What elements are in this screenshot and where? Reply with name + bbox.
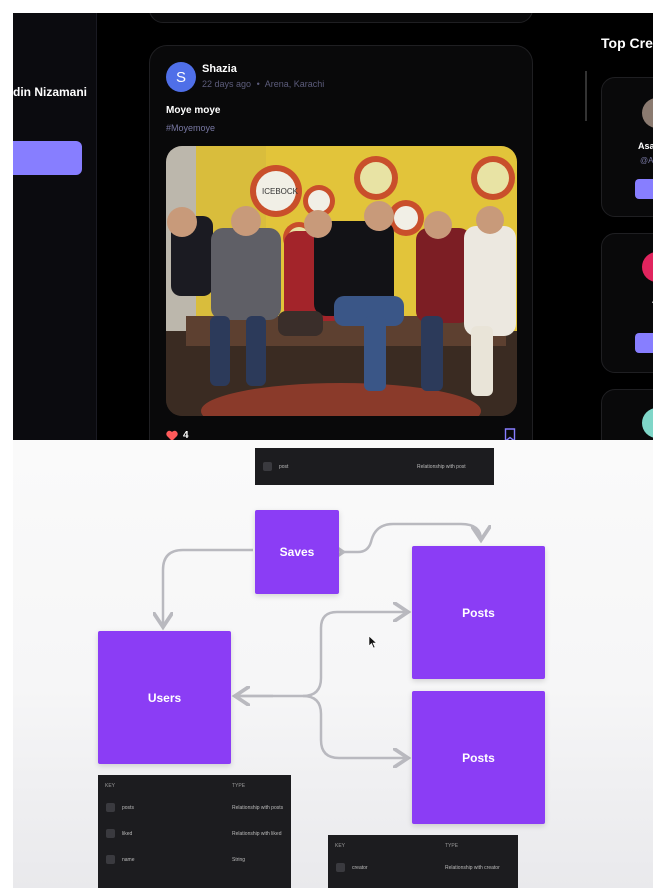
like-count: 4 [183,430,189,440]
sidebar-primary-button[interactable] [13,141,82,175]
creator-avatar [642,408,653,438]
attribute-key: name [122,857,135,863]
creator-avatar [642,98,653,128]
users-box[interactable]: Users [98,631,231,764]
attribute-type: Relationship with creator [445,865,500,871]
bookmark-icon[interactable] [504,428,516,440]
posts-attribute-table: KEY TYPE creator Relationship with creat… [328,835,518,888]
table-row: posts Relationship with posts [98,795,291,821]
photo-sign-text: ICEBOCK [262,187,299,196]
heart-icon[interactable] [166,430,178,440]
posts-box-top[interactable]: Posts [412,546,545,679]
attribute-key: posts [122,805,134,811]
relationship-icon [106,803,115,812]
creator-avatar [642,252,653,282]
posts-box-bottom[interactable]: Posts [412,691,545,824]
post-photo[interactable]: ICEBOCK [166,146,517,416]
right-sidebar: Top Cre Asa @A Fo A @ Fo [591,13,653,440]
table-row: liked Relationship with liked [98,821,291,847]
arrow-users-posts-top [235,612,408,698]
string-type-icon [106,855,115,864]
meta-separator: • [256,79,260,89]
creator-name: A [652,295,653,305]
scrollbar[interactable] [585,71,587,121]
previous-post-card [149,13,533,23]
sidebar-divider [96,13,97,440]
top-creators-title: Top Cre [601,35,653,51]
social-app-window: din Nizamani S Shazia 22 days ago • Aren… [13,13,653,440]
creator-card[interactable]: A @ Fo [601,233,653,373]
column-header-type: TYPE [232,783,246,789]
relationship-icon [106,829,115,838]
post-location: Arena, Karachi [264,79,325,89]
author-name[interactable]: Shazia [202,63,237,75]
saves-box[interactable]: Saves [255,510,339,594]
post-time: 22 days ago [202,79,252,89]
relationship-icon [336,863,345,872]
attribute-type: Relationship with posts [232,805,284,811]
group-photo-image: ICEBOCK [166,146,517,416]
attribute-type: Relationship with liked [232,831,282,837]
post-card: S Shazia 22 days ago • Arena, Karachi Mo… [149,45,533,440]
creator-card[interactable] [601,389,653,440]
column-header-type: TYPE [445,843,459,849]
arrow-users-saves [163,548,253,627]
users-attribute-table: KEY TYPE posts Relationship with posts l… [98,775,291,888]
follow-button[interactable]: Fo [635,179,653,199]
post-meta: 22 days ago • Arena, Karachi [202,79,324,89]
attribute-key: creator [352,865,368,871]
creator-name: Asa [638,141,653,151]
video-frame: din Nizamani S Shazia 22 days ago • Aren… [0,0,666,888]
follow-button[interactable]: Fo [635,333,653,353]
author-avatar[interactable]: S [166,62,196,92]
left-sidebar: din Nizamani [13,13,96,440]
creator-handle: @A [640,156,653,165]
mouse-cursor-icon [368,635,378,649]
arrow-users-posts-bottom [302,694,408,758]
post-hashtag[interactable]: #Moyemoye [166,123,215,133]
database-diagram: post Relationship with post Saves Posts … [13,440,653,888]
column-header-key: KEY [105,783,116,789]
post-caption: Moye moye [166,105,221,116]
table-row: creator Relationship with creator [328,855,518,881]
attribute-type: String [232,857,246,863]
creator-card[interactable]: Asa @A Fo [601,77,653,217]
attribute-key: liked [122,831,133,837]
table-row: name String [98,847,291,873]
profile-name: din Nizamani [13,85,88,99]
column-header-key: KEY [335,843,346,849]
